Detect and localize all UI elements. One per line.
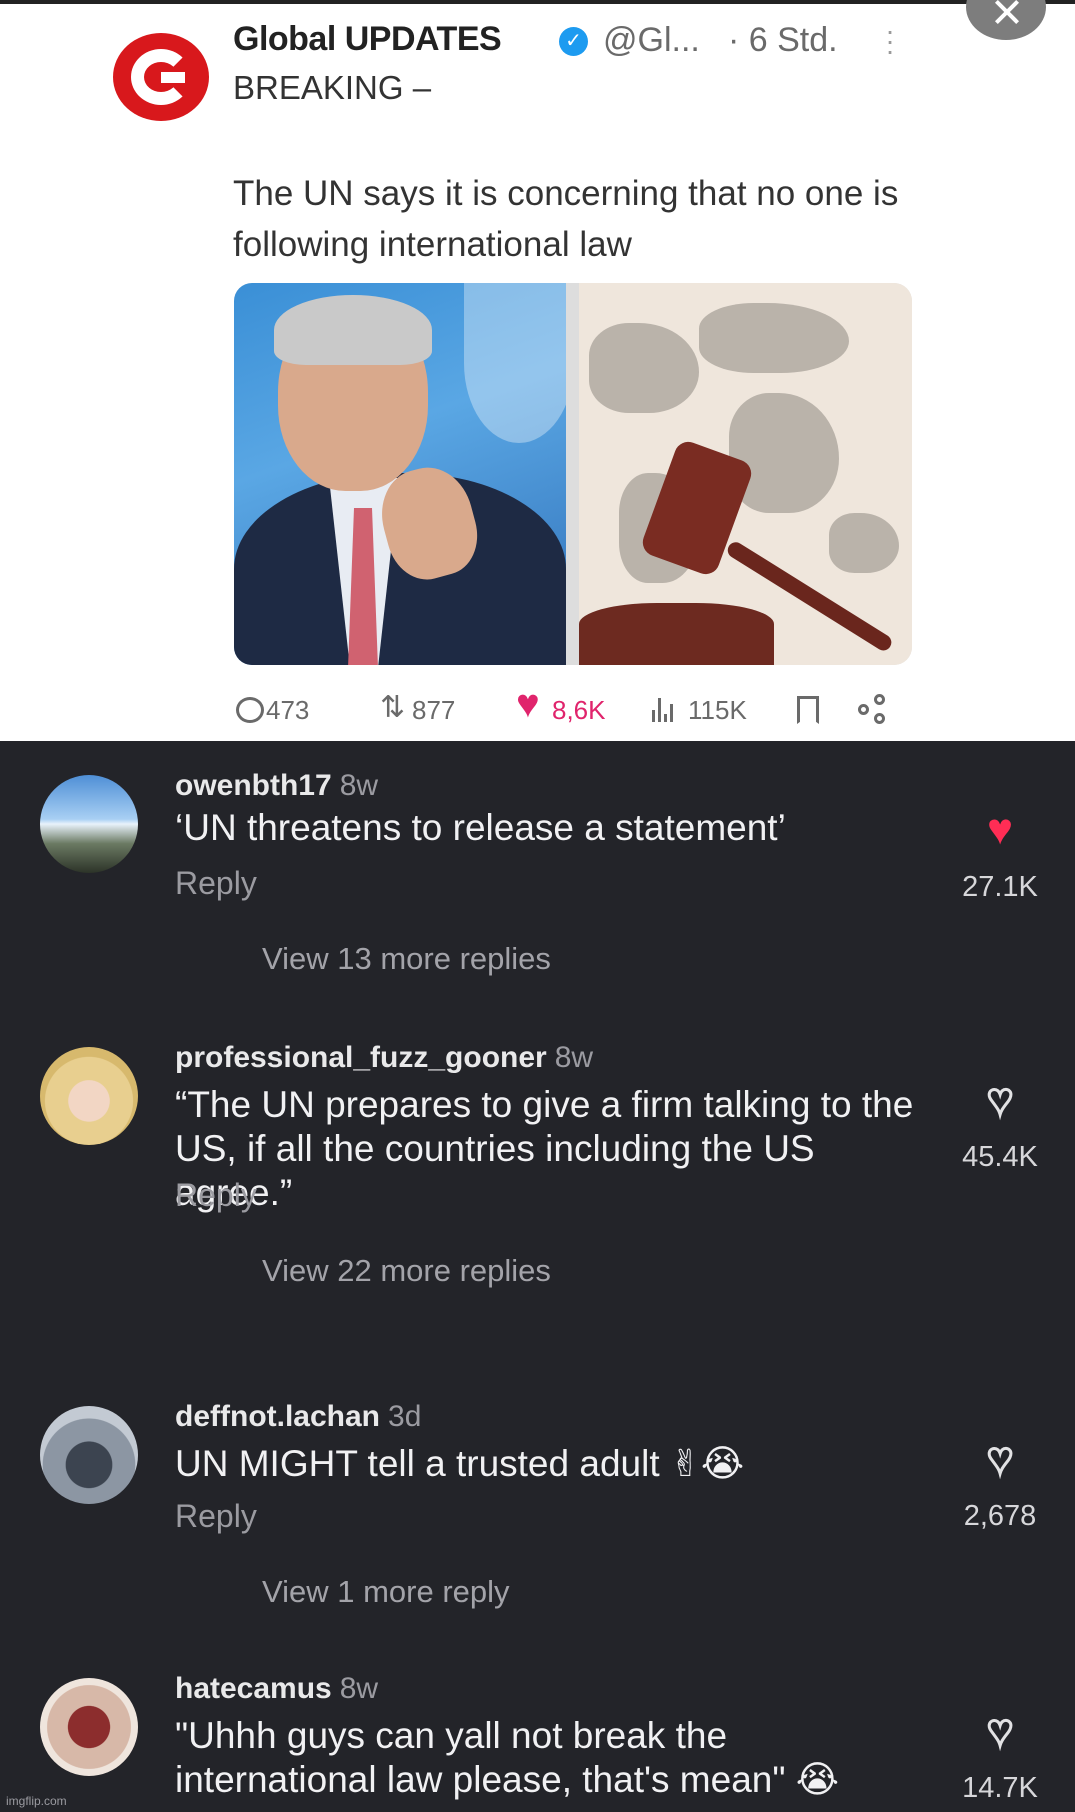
verified-badge-icon: ✓ [559,27,588,56]
heart-outline-icon[interactable]: ♥ [975,1707,1025,1755]
bookmark-action[interactable] [797,690,821,730]
comment-text: UN MIGHT tell a trusted adult [175,1443,660,1484]
author-handle[interactable]: @Gl... [603,21,700,60]
reply-icon [236,697,264,723]
views-count: 115K [688,694,747,725]
post-time: · 6 Std. [728,21,838,59]
tweet-actions: 473 877 8,6K 115K [0,682,1075,730]
like-count: 27.1K [962,871,1038,903]
gavel-map-photo [579,283,912,665]
avatar[interactable] [40,775,138,873]
watermark: imgflip.com [6,1794,67,1808]
retweet-icon [376,690,410,726]
comment-username[interactable]: professional_fuzz_gooner [175,1041,547,1074]
bookmark-icon [797,696,819,724]
tweet-text: The UN says it is concerning that no one… [233,174,899,264]
view-more-replies[interactable]: View 13 more replies [262,941,551,977]
like-count: 45.4K [962,1141,1038,1173]
share-action[interactable] [858,690,894,730]
comment-text: ‘UN threatens to release a statement’ [175,807,786,848]
tweet-kicker: BREAKING – [233,69,432,106]
more-options-icon[interactable]: · · · [885,17,895,65]
retweet-action[interactable]: 877 [376,690,455,730]
reply-button[interactable]: Reply [175,865,257,902]
like-action[interactable]: 8,6K [516,682,606,730]
comment-username[interactable]: owenbth17 [175,769,332,802]
like-count: 2,678 [963,1500,1037,1532]
author-name[interactable]: Global UPDATES [233,20,502,59]
comments-section: owenbth17 8w ‘UN threatens to release a s… [0,741,1075,1812]
heart-outline-icon[interactable]: ♥ [975,1435,1025,1483]
avatar[interactable] [40,1678,138,1776]
comment-age: 8w [339,769,379,802]
comment-age: 8w [554,1041,594,1074]
speaker-photo [234,283,566,665]
comment-text: "Uhhh guys can yall not break the intern… [175,1715,786,1800]
avatar[interactable] [40,1047,138,1145]
views-icon [652,694,686,726]
comment-age: 8w [339,1672,379,1705]
heart-icon [516,682,550,727]
retweet-count: 877 [412,694,456,725]
emoji-crying: 😭 [795,1758,840,1801]
tweet-card: Global UPDATES ✓ @Gl... · 6 Std. · · · BRE… [0,0,1075,741]
reply-action[interactable]: 473 [236,690,309,730]
emoji-peace-crying: ✌😭 [669,1442,745,1485]
view-more-replies[interactable]: View 22 more replies [262,1253,551,1289]
comment-username[interactable]: hatecamus [175,1672,332,1705]
heart-filled-icon[interactable]: ♥ [975,808,1025,854]
comment-age: 3d [388,1400,422,1433]
comment-username[interactable]: deffnot.lachan [175,1400,380,1433]
reply-button[interactable]: Reply [175,1498,257,1535]
views-action[interactable]: 115K [652,690,747,730]
avatar[interactable] [40,1406,138,1504]
close-icon[interactable] [966,0,1046,40]
heart-outline-icon[interactable]: ♥ [975,1076,1025,1124]
reply-count: 473 [266,694,310,725]
reply-button[interactable]: Reply [175,1177,257,1214]
share-icon [858,694,892,726]
author-avatar[interactable] [113,33,209,121]
like-count: 8,6K [552,694,606,725]
view-more-replies[interactable]: View 1 more reply [262,1574,510,1610]
tweet-media[interactable] [234,283,912,665]
comment-text: “The UN prepares to give a firm talking … [175,1084,914,1213]
like-count: 14.7K [962,1772,1038,1804]
